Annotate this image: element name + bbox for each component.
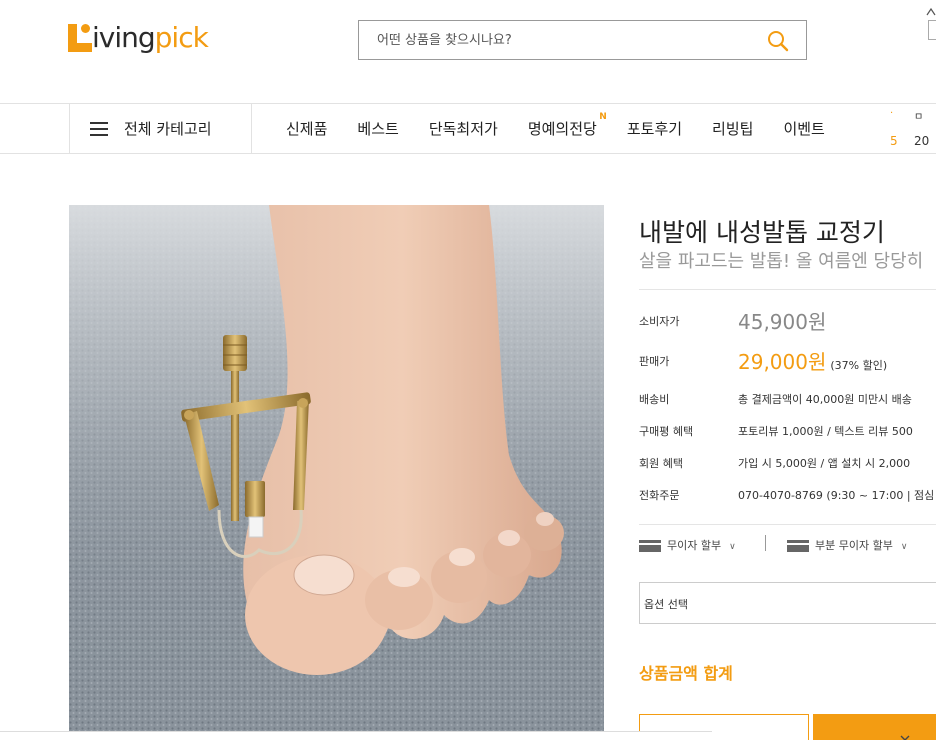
horizontal-scrollbar[interactable] [0, 731, 712, 740]
chevron-up-icon[interactable] [926, 2, 936, 16]
product-subtitle: 살을 파고드는 발톱! 올 여름엔 당당히 [639, 251, 924, 272]
logo-text: ivingpick [92, 21, 209, 54]
search-input[interactable] [359, 21, 739, 59]
installment-options: 무이자 할부 ∨ 부분 무이자 할부 ∨ [639, 535, 936, 555]
product-title: 내발에 내성발톱 교정기 [639, 218, 885, 247]
chevron-down-icon: ∨ [900, 542, 908, 552]
card-icon [787, 540, 809, 552]
scrollbar-thumb[interactable] [0, 734, 712, 739]
main-nav: 전체 카테고리 신제품 베스트 단독최저가 명예의전당 N 포토후기 리빙팁 이벤… [0, 103, 936, 154]
buy-now-button[interactable] [813, 714, 936, 740]
ranking-number: 5 [890, 134, 898, 148]
total-price-label: 상품금액 합계 [639, 664, 733, 683]
divider [639, 289, 936, 290]
nav-menu: 신제품 베스트 단독최저가 명예의전당 N 포토후기 리빙팁 이벤트 [286, 104, 855, 153]
divider [639, 524, 936, 525]
retail-price: 45,900원 [738, 310, 827, 334]
side-panel-edge [928, 20, 936, 40]
site-logo[interactable]: ivingpick [68, 21, 209, 62]
search-icon[interactable] [766, 29, 790, 53]
ranking-text: 20 [914, 134, 930, 148]
nav-item-best[interactable]: 베스트 [357, 118, 398, 139]
ranking-mark: ㅁ [914, 112, 924, 123]
nav-item-events[interactable]: 이벤트 [783, 118, 824, 139]
chevron-down-icon: ∨ [729, 542, 736, 552]
ranking-ticker[interactable]: · ㅁ 5 20 [888, 104, 936, 153]
search-bar [358, 20, 807, 60]
product-image[interactable] [69, 205, 604, 740]
all-categories-button[interactable]: 전체 카테고리 [69, 104, 252, 153]
partial-interest-free-button[interactable]: 부분 무이자 할부 ∨ [787, 537, 907, 553]
logo-mark-icon [68, 24, 92, 52]
interest-free-installment-button[interactable]: 무이자 할부 ∨ [639, 537, 736, 553]
all-categories-label: 전체 카테고리 [124, 120, 212, 138]
card-icon [639, 540, 661, 552]
nav-item-photo-reviews[interactable]: 포토후기 [627, 118, 682, 139]
hamburger-icon [90, 121, 108, 136]
nav-item-lowest-price[interactable]: 단독최저가 [429, 118, 498, 139]
chevron-icon[interactable] [898, 728, 912, 740]
sale-price: 29,000원 (37% 할인) [738, 350, 888, 374]
new-badge: N [599, 112, 607, 122]
nav-item-hall-of-fame[interactable]: 명예의전당 N [528, 112, 607, 139]
option-select[interactable]: 옵션 선택 [639, 582, 936, 624]
divider [765, 535, 766, 551]
ranking-dot: · [890, 108, 894, 119]
product-info: 내발에 내성발톱 교정기 살을 파고드는 발톱! 올 여름엔 당당히 소비자가 … [639, 205, 936, 740]
nav-item-new[interactable]: 신제품 [286, 118, 327, 139]
nav-item-living-tips[interactable]: 리빙팁 [712, 118, 753, 139]
discount-rate: (37% 할인) [830, 359, 888, 372]
